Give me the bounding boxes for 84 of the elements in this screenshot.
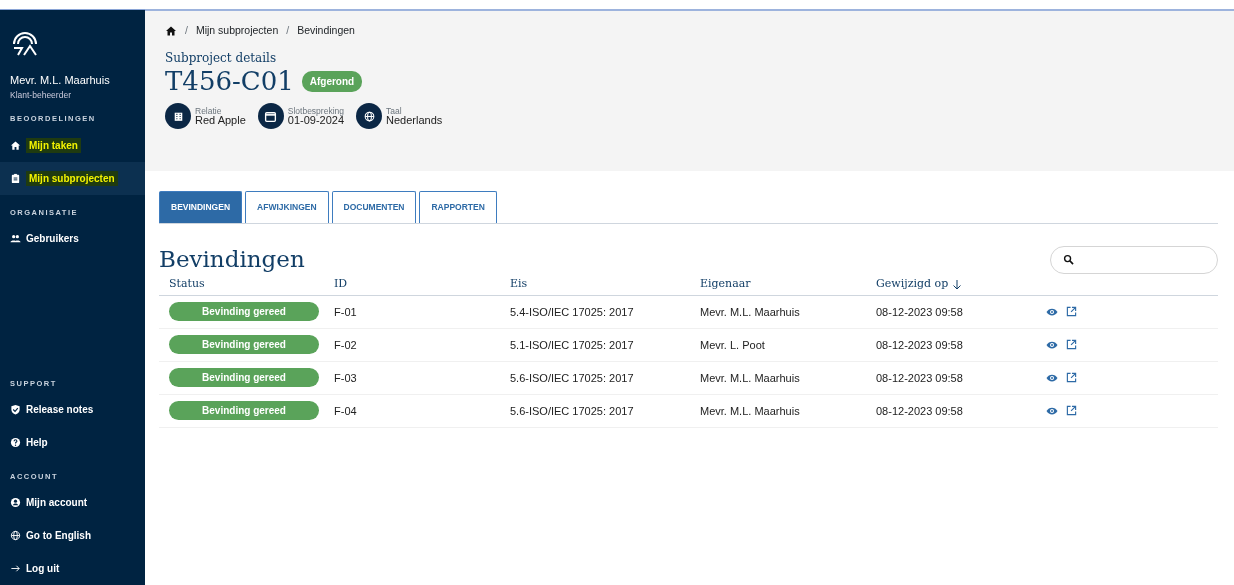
table-cell: Mevr. L. Poot [700,338,765,351]
table-cell: Mevr. M.L. Maarhuis [700,371,800,384]
open-button[interactable] [1066,372,1077,384]
user-icon [10,497,21,508]
table-cell: F-03 [334,371,357,384]
tab[interactable]: BEVINDINGEN [159,191,243,223]
open-button[interactable] [1066,405,1077,417]
clipboard-icon [10,172,21,184]
status-badge: Bevinding gereed [169,302,319,322]
external-link-icon [1066,306,1077,318]
tab[interactable]: AFWIJKINGEN [245,191,329,223]
external-link-icon [1066,372,1077,384]
fact-label: Relatie [195,106,223,116]
shield-check-icon [10,403,21,415]
table-cell: 5.1-ISO/IEC 17025: 2017 [510,338,634,351]
status-badge: Bevinding gereed [169,401,319,421]
external-link-icon [1066,339,1077,351]
people-icon [10,232,21,244]
fact-value: Nederlands [386,115,443,127]
fact-icon [356,103,383,130]
breadcrumb-separator: / [286,23,290,38]
breadcrumb-separator: / [185,23,188,38]
breadcrumb-link[interactable]: Bevindingen [297,23,355,39]
search-icon [1063,254,1074,266]
fact-icon [257,103,284,130]
status-badge: Bevinding gereed [169,335,319,355]
fact-label: Taal [386,106,403,116]
table-cell: 08-12-2023 09:58 [876,371,963,384]
fact-label: Slotbespreking [287,106,345,116]
table-cell: Mevr. M.L. Maarhuis [700,305,800,318]
tab[interactable]: DOCUMENTEN [331,191,417,223]
sidebar-item[interactable]: Go to English [0,519,145,552]
column-header[interactable]: Status [169,276,205,293]
home-icon [10,139,21,151]
column-header[interactable]: Eis [510,276,528,293]
view-button[interactable] [1046,405,1058,416]
table-cell: 08-12-2023 09:58 [876,338,963,351]
search-field[interactable] [1050,245,1218,274]
column-header[interactable]: Eigenaar [700,276,751,293]
breadcrumb-link[interactable]: Mijn subprojecten [195,23,279,39]
sidebar-item[interactable]: Gebruikers [0,221,145,255]
sidebar-item[interactable]: Log uit [0,552,145,585]
table-cell: 5.6-ISO/IEC 17025: 2017 [510,404,634,417]
view-button[interactable] [1046,372,1058,383]
eye-icon [1046,306,1058,317]
table-cell: 08-12-2023 09:58 [876,305,963,318]
sort-arrow-icon [952,278,963,290]
eye-icon [1046,339,1058,350]
eye-icon [1046,405,1058,416]
sidebar-item[interactable]: Mijn subprojecten [0,161,145,195]
table-cell: F-04 [334,404,357,417]
table-cell: Mevr. M.L. Maarhuis [700,404,800,417]
table-cell: 5.6-ISO/IEC 17025: 2017 [510,371,634,384]
arrow-right-icon [10,563,21,574]
fact-value: Red Apple [195,115,246,127]
status-badge: Bevinding gereed [169,368,319,388]
view-button[interactable] [1046,306,1058,317]
column-header[interactable]: ID [334,276,348,293]
project-title: T456-C01 [165,66,294,96]
section-title: Bevindingen [159,246,305,274]
tab[interactable]: RAPPORTEN [419,191,497,223]
external-link-icon [1066,405,1077,417]
table-cell: 5.4-ISO/IEC 17025: 2017 [510,305,634,318]
status-badge: Afgerond [301,70,363,92]
sidebar-item[interactable]: Release notes [0,392,145,426]
column-header[interactable]: Gewijzigd op [876,276,949,293]
eye-icon [1046,372,1058,383]
help-icon [10,436,21,448]
table-cell: 08-12-2023 09:58 [876,404,963,417]
fact-value: 01-09-2024 [287,115,345,127]
view-button[interactable] [1046,339,1058,350]
open-button[interactable] [1066,306,1077,318]
subtitle: Subproject details [165,49,278,67]
home-icon [165,24,177,37]
user-role: Klant-beheerder [9,88,72,102]
sidebar-item[interactable]: Mijn taken [0,128,145,162]
table-cell: F-02 [334,338,357,351]
sidebar-item[interactable]: Help [0,425,145,459]
user-name: Mevr. M.L. Maarhuis [9,73,111,88]
globe-icon [10,530,21,541]
fact-icon [165,103,191,130]
open-button[interactable] [1066,339,1077,351]
table-cell: F-01 [334,305,357,318]
sidebar-item[interactable]: Mijn account [0,486,145,519]
